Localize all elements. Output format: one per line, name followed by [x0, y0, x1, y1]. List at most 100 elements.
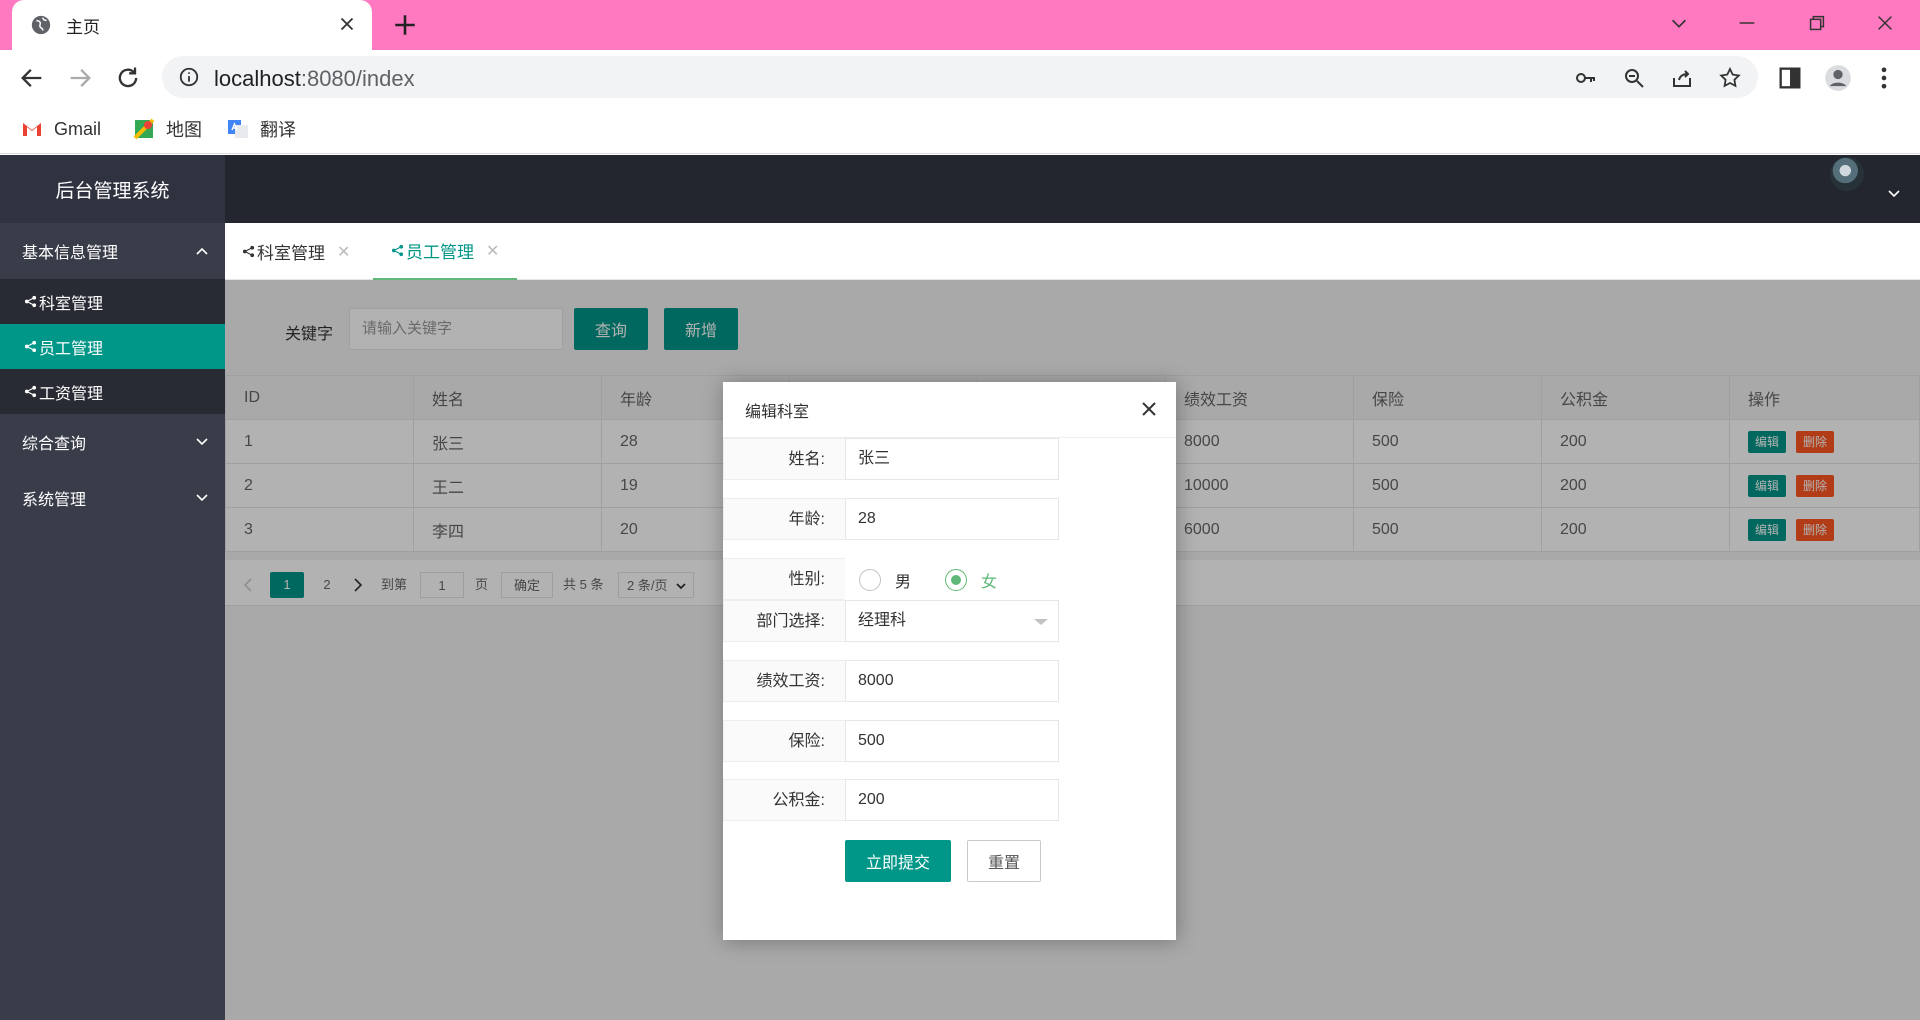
gender-male-radio[interactable]: 男 — [859, 568, 911, 592]
gmail-icon — [23, 123, 41, 136]
star-icon[interactable] — [1718, 66, 1742, 90]
share-nodes-icon — [24, 385, 37, 398]
field-age-row: 年龄: 28 — [723, 498, 1176, 540]
department-value: 经理科 — [858, 612, 907, 629]
back-arrow-icon[interactable] — [18, 64, 46, 92]
bookmark-translate[interactable]: 翻译 — [226, 116, 296, 142]
bookmark-maps[interactable]: 地图 — [132, 116, 202, 142]
nav-item-department[interactable]: 科室管理 — [0, 279, 225, 324]
address-bar[interactable]: localhost:8080/index — [162, 56, 1758, 98]
nav-submenu: 科室管理 员工管理 工资管理 — [0, 279, 225, 414]
chevron-down-icon — [196, 438, 208, 446]
close-icon[interactable] — [1140, 400, 1158, 418]
gender-female-radio[interactable]: 女 — [945, 568, 997, 592]
window-close-icon[interactable] — [1874, 12, 1896, 34]
nav-group-basic-info[interactable]: 基本信息管理 — [0, 223, 225, 279]
nav-group-label: 综合查询 — [22, 436, 87, 453]
caret-down-icon — [1034, 619, 1048, 625]
url-text: localhost:8080/index — [214, 66, 415, 92]
bookmark-label: 翻译 — [260, 120, 296, 140]
field-perf-row: 绩效工资: 8000 — [723, 660, 1176, 702]
field-label: 部门选择: — [723, 600, 845, 642]
browser-toolbar: localhost:8080/index — [0, 50, 1920, 106]
reload-icon[interactable] — [114, 64, 142, 92]
reset-button[interactable]: 重置 — [967, 840, 1041, 882]
globe-icon — [31, 15, 51, 35]
field-label: 姓名: — [723, 438, 845, 480]
profile-icon[interactable] — [1824, 64, 1852, 92]
plus-icon[interactable] — [392, 12, 418, 38]
share-icon[interactable] — [1670, 66, 1694, 90]
field-label: 绩效工资: — [723, 660, 845, 702]
info-icon[interactable] — [178, 66, 200, 88]
insurance-input[interactable]: 500 — [845, 720, 1059, 762]
share-nodes-icon — [242, 245, 255, 258]
tab-employee[interactable]: 员工管理 ✕ — [373, 223, 518, 280]
field-name-row: 姓名: 张三 — [723, 438, 1176, 480]
radio-label: 女 — [981, 574, 998, 591]
url-path: :8080/index — [300, 66, 415, 91]
nav-group-query[interactable]: 综合查询 — [0, 414, 225, 470]
key-icon[interactable] — [1574, 66, 1598, 90]
more-vert-icon[interactable] — [1870, 64, 1898, 92]
field-insurance-row: 保险: 500 — [723, 720, 1176, 762]
translate-icon — [228, 120, 248, 138]
url-host: localhost — [214, 66, 301, 91]
department-select[interactable]: 经理科 — [845, 600, 1059, 642]
bookmark-label: 地图 — [166, 120, 202, 140]
share-nodes-icon — [391, 244, 404, 257]
app-logo: 后台管理系统 — [0, 155, 225, 223]
edit-dialog: 编辑科室 姓名: 张三 年龄: 28 性别: 男 女 部门选择: 经理科 绩效工… — [723, 382, 1176, 940]
chevron-down-icon — [196, 494, 208, 502]
sidebar: 后台管理系统 基本信息管理 科室管理 员工管理 工资管理 综合查询 系统管理 — [0, 155, 225, 1020]
chevron-down-icon[interactable] — [1886, 185, 1902, 201]
bookmark-gmail[interactable]: Gmail — [20, 116, 101, 142]
page-tabs: 科室管理 ✕ 员工管理 ✕ — [225, 223, 1920, 280]
forward-arrow-icon[interactable] — [66, 64, 94, 92]
submit-button[interactable]: 立即提交 — [845, 840, 951, 882]
tab-label: 员工管理 — [406, 243, 474, 262]
top-header — [225, 155, 1920, 223]
age-input[interactable]: 28 — [845, 498, 1059, 540]
browser-tab-strip: 主页 — [0, 0, 1920, 50]
performance-salary-input[interactable]: 8000 — [845, 660, 1059, 702]
close-icon[interactable] — [336, 13, 358, 35]
radio-label: 男 — [895, 574, 912, 591]
side-panel-icon[interactable] — [1776, 64, 1804, 92]
zoom-out-icon[interactable] — [1622, 66, 1646, 90]
field-dept-row: 部门选择: 经理科 — [723, 600, 1176, 642]
nav-group-system[interactable]: 系统管理 — [0, 470, 225, 526]
chevron-down-icon[interactable] — [1668, 12, 1690, 34]
nav-item-employee[interactable]: 员工管理 — [0, 324, 225, 369]
bookmarks-bar: Gmail 地图 翻译 — [0, 106, 1920, 154]
tab-department[interactable]: 科室管理 ✕ — [242, 223, 350, 280]
housing-fund-input[interactable]: 200 — [845, 779, 1059, 821]
radio-circle — [859, 569, 881, 591]
name-input[interactable]: 张三 — [845, 438, 1059, 480]
browser-tab[interactable]: 主页 — [12, 0, 372, 50]
maps-icon — [133, 118, 155, 140]
nav-item-label: 工资管理 — [39, 385, 104, 403]
field-gender-row: 性别: 男 女 — [723, 558, 1176, 600]
field-label: 公积金: — [723, 779, 845, 821]
nav-item-salary[interactable]: 工资管理 — [0, 369, 225, 414]
field-label: 性别: — [723, 558, 845, 600]
tab-label: 科室管理 — [257, 244, 325, 263]
dialog-title: 编辑科室 — [723, 382, 1176, 438]
tab-close-icon[interactable]: ✕ — [486, 241, 499, 261]
nav-group-label: 系统管理 — [22, 492, 87, 509]
chevron-up-icon — [196, 247, 208, 255]
nav-group-label: 基本信息管理 — [22, 245, 119, 262]
tab-close-icon[interactable]: ✕ — [337, 242, 350, 262]
field-label: 年龄: — [723, 498, 845, 540]
bookmark-label: Gmail — [54, 118, 102, 139]
restore-icon[interactable] — [1806, 12, 1828, 34]
user-avatar[interactable] — [1830, 157, 1864, 191]
nav-item-label: 科室管理 — [39, 295, 104, 313]
nav-item-label: 员工管理 — [39, 340, 104, 358]
minimize-icon[interactable] — [1736, 12, 1758, 34]
radio-circle — [945, 569, 967, 591]
share-nodes-icon — [24, 340, 37, 353]
share-nodes-icon — [24, 295, 37, 308]
browser-tab-title: 主页 — [66, 17, 100, 37]
